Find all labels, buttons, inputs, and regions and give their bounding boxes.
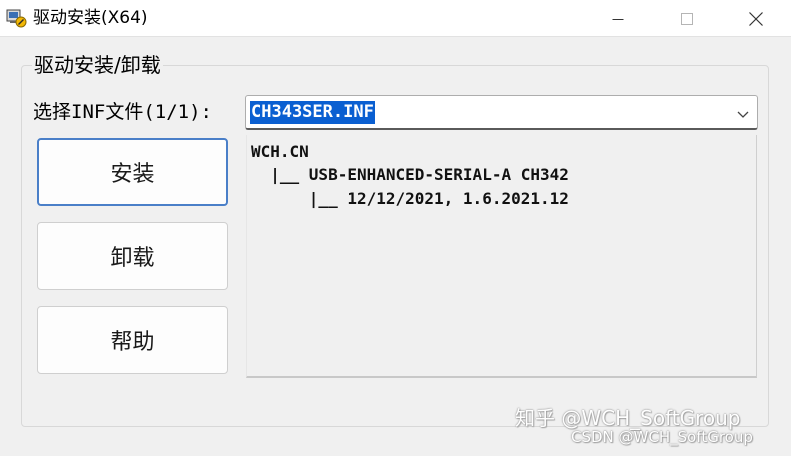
inf-file-combobox[interactable]: CH343SER.INF [245, 95, 758, 130]
driver-version-line: |__ 12/12/2021, 1.6.2021.12 [251, 189, 569, 208]
uninstall-button[interactable]: 卸载 [37, 222, 228, 290]
driver-install-window: 驱动安装(X64) 驱动安装/卸载 选择INF文件(1/1): CH343SER… [0, 0, 791, 456]
driver-info-panel: WCH.CN |__ USB-ENHANCED-SERIAL-A CH342 |… [246, 135, 757, 378]
inf-select-label: 选择INF文件(1/1): [33, 101, 212, 123]
minimize-button[interactable] [583, 0, 653, 37]
maximize-icon [681, 12, 693, 25]
driver-vendor-line: WCH.CN [251, 142, 309, 161]
installer-icon [5, 7, 27, 29]
window-title: 驱动安装(X64) [33, 8, 148, 28]
install-button[interactable]: 安装 [37, 138, 228, 206]
csdn-watermark: CSDN @WCH_SoftGroup [571, 428, 753, 446]
inf-file-selected-value[interactable]: CH343SER.INF [250, 101, 375, 124]
minimize-icon [612, 18, 624, 20]
chevron-down-icon[interactable] [735, 106, 751, 120]
title-bar[interactable]: 驱动安装(X64) [0, 0, 791, 37]
driver-device-line: |__ USB-ENHANCED-SERIAL-A CH342 [251, 165, 569, 184]
help-button[interactable]: 帮助 [37, 306, 228, 374]
maximize-button[interactable] [652, 0, 722, 37]
groupbox-label: 驱动安装/卸载 [32, 52, 163, 78]
close-button[interactable] [721, 0, 791, 37]
close-icon [749, 11, 763, 26]
